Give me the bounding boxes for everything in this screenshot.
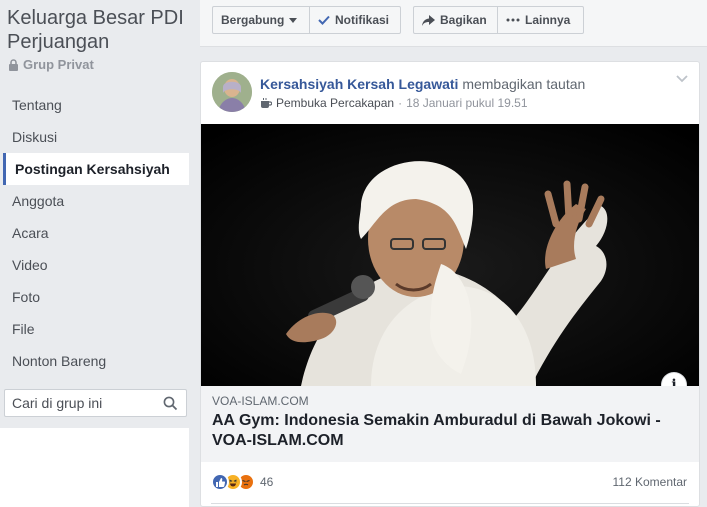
group-nav: Tentang Diskusi Postingan Kersahsiyah An… xyxy=(0,89,189,377)
link-domain: VOA-ISLAM.COM xyxy=(212,394,309,408)
nav-item-video[interactable]: Video xyxy=(0,249,189,281)
post-meta: Pembuka Percakapan · 18 Januari pukul 19… xyxy=(260,96,528,110)
comment-count[interactable]: 112 Komentar xyxy=(613,475,688,489)
group-sidebar: Keluarga Besar PDI Perjuangan Grup Priva… xyxy=(0,0,189,507)
chevron-down-icon xyxy=(289,17,298,23)
more-dots-icon xyxy=(506,18,520,22)
divider xyxy=(211,503,689,504)
nav-item-acara[interactable]: Acara xyxy=(0,217,189,249)
reaction-summary[interactable]: 46 xyxy=(211,473,273,491)
chevron-down-icon[interactable] xyxy=(676,75,688,83)
share-arrow-icon xyxy=(422,14,435,26)
notification-label: Notifikasi xyxy=(335,13,390,27)
link-preview[interactable]: VOA-ISLAM.COM AA Gym: Indonesia Semakin … xyxy=(201,386,699,462)
avatar[interactable] xyxy=(212,72,252,112)
group-search xyxy=(4,389,187,417)
share-button[interactable]: Bagikan xyxy=(413,6,498,34)
search-icon[interactable] xyxy=(163,396,178,411)
nav-item-foto[interactable]: Foto xyxy=(0,281,189,313)
like-reaction-icon xyxy=(211,473,229,491)
nav-item-postingan[interactable]: Postingan Kersahsiyah xyxy=(3,153,189,185)
link-image[interactable]: i xyxy=(201,124,699,386)
nav-item-anggota[interactable]: Anggota xyxy=(0,185,189,217)
speaker-photo xyxy=(201,124,699,386)
privacy-label: Grup Privat xyxy=(23,57,94,72)
more-label: Lainnya xyxy=(525,13,571,27)
search-input[interactable] xyxy=(5,390,162,416)
post-timestamp[interactable]: 18 Januari pukul 19.51 xyxy=(406,96,527,110)
notification-button[interactable]: Notifikasi xyxy=(309,6,401,34)
group-privacy: Grup Privat xyxy=(8,57,94,72)
post-header: Kersahsiyah Kersah Legawati membagikan t… xyxy=(260,76,585,92)
lock-icon xyxy=(9,58,18,71)
reaction-count: 46 xyxy=(260,475,274,489)
sidebar-panel xyxy=(0,428,189,507)
nav-item-nonton-bareng[interactable]: Nonton Bareng xyxy=(0,345,189,377)
nav-item-diskusi[interactable]: Diskusi xyxy=(0,121,189,153)
link-headline[interactable]: AA Gym: Indonesia Semakin Amburadul di B… xyxy=(212,411,687,451)
join-label: Bergabung xyxy=(221,13,285,27)
share-label: Bagikan xyxy=(440,13,487,27)
post-author[interactable]: Kersahsiyah Kersah Legawati xyxy=(260,76,458,92)
nav-item-file[interactable]: File xyxy=(0,313,189,345)
join-button[interactable]: Bergabung xyxy=(212,6,310,34)
meta-separator: · xyxy=(398,96,403,110)
post-action: membagikan tautan xyxy=(462,76,586,92)
avatar-image xyxy=(212,72,252,112)
coffee-icon xyxy=(261,97,272,108)
nav-item-tentang[interactable]: Tentang xyxy=(0,89,189,121)
group-action-bar: Bergabung Notifikasi Bagikan Lainnya xyxy=(200,0,707,47)
group-title[interactable]: Keluarga Besar PDI Perjuangan xyxy=(7,6,189,54)
post-topic[interactable]: Pembuka Percakapan xyxy=(276,96,394,110)
post-card: Kersahsiyah Kersah Legawati membagikan t… xyxy=(200,61,700,507)
more-button[interactable]: Lainnya xyxy=(497,6,584,34)
check-icon xyxy=(318,15,330,25)
